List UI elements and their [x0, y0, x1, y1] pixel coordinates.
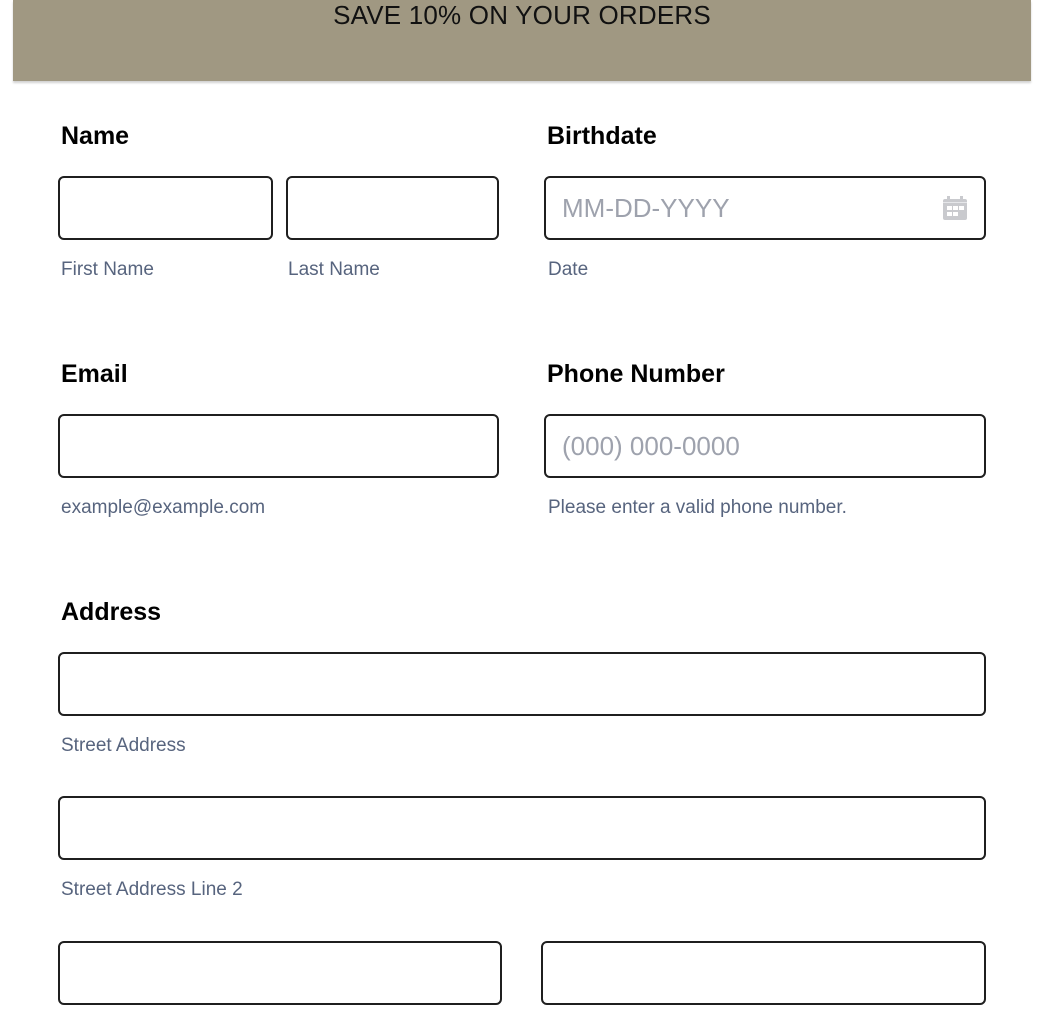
- address-label: Address: [61, 598, 162, 626]
- phone-input[interactable]: [544, 414, 986, 478]
- birthdate-input[interactable]: [544, 176, 986, 240]
- last-name-input[interactable]: [286, 176, 499, 240]
- birthdate-label: Birthdate: [547, 122, 657, 150]
- street-address-sublabel: Street Address: [61, 735, 186, 756]
- email-input[interactable]: [58, 414, 499, 478]
- email-label: Email: [61, 360, 128, 388]
- email-sublabel: example@example.com: [61, 497, 266, 518]
- city-input[interactable]: [58, 941, 502, 1005]
- first-name-input[interactable]: [58, 176, 273, 240]
- calendar-icon[interactable]: [942, 195, 968, 221]
- state-input[interactable]: [541, 941, 986, 1005]
- birthdate-sublabel: Date: [548, 259, 589, 280]
- street-address-line2-input[interactable]: [58, 796, 986, 860]
- street-address-line2-sublabel: Street Address Line 2: [61, 879, 243, 900]
- name-label: Name: [61, 122, 130, 150]
- phone-sublabel: Please enter a valid phone number.: [548, 497, 847, 518]
- last-name-sublabel: Last Name: [288, 259, 380, 280]
- street-address-input[interactable]: [58, 652, 986, 716]
- promo-banner: SAVE 10% ON YOUR ORDERS: [13, 0, 1031, 81]
- first-name-sublabel: First Name: [61, 259, 154, 280]
- promo-banner-text: SAVE 10% ON YOUR ORDERS: [333, 0, 711, 30]
- phone-label: Phone Number: [547, 360, 725, 388]
